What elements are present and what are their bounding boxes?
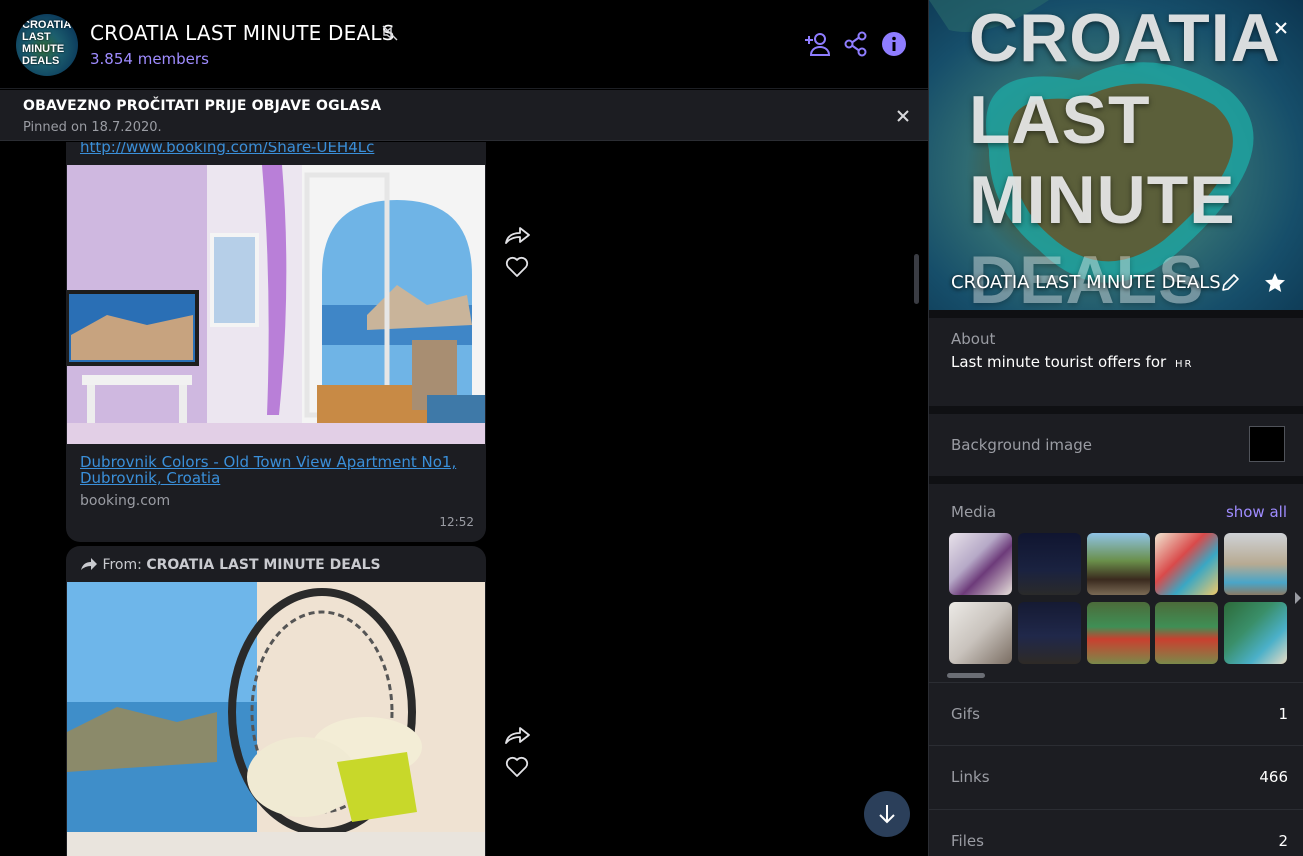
gifs-label: Gifs bbox=[951, 705, 980, 723]
star-icon[interactable] bbox=[1263, 271, 1287, 295]
channel-cover-image[interactable]: CROATIA LAST MINUTE DEALS CROATIA LAST M… bbox=[929, 0, 1303, 310]
link-domain: booking.com bbox=[80, 493, 171, 509]
background-label: Background image bbox=[951, 436, 1092, 454]
divider bbox=[929, 476, 1303, 484]
media-thumbnail[interactable] bbox=[1155, 533, 1218, 595]
show-all-link[interactable]: show all bbox=[1226, 503, 1287, 521]
media-thumbnail[interactable] bbox=[1087, 602, 1150, 664]
telegram-window: CROATIA LAST MINUTE DEALS CROATIA LAST M… bbox=[0, 0, 1303, 856]
channel-info-panel: CROATIA LAST MINUTE DEALS CROATIA LAST M… bbox=[928, 0, 1303, 856]
chat-scrollbar[interactable] bbox=[914, 254, 919, 304]
add-member-icon bbox=[805, 33, 831, 56]
message-url[interactable]: http://www.booking.com/Share-UEH4Lc bbox=[80, 142, 374, 156]
chat-header: CROATIA LAST MINUTE DEALS CROATIA LAST M… bbox=[0, 0, 928, 89]
message-time: 12:52 bbox=[439, 515, 474, 529]
forwarded-from[interactable]: From: CROATIA LAST MINUTE DEALS bbox=[80, 557, 381, 573]
files-row[interactable]: Files 2 bbox=[929, 810, 1303, 856]
media-thumbnail[interactable] bbox=[1018, 533, 1081, 595]
member-count[interactable]: 3.854 members bbox=[90, 50, 209, 68]
divider bbox=[929, 310, 1303, 318]
cover-title-line: MINUTE bbox=[969, 162, 1236, 238]
channel-avatar[interactable]: CROATIA LAST MINUTE DEALS bbox=[16, 14, 78, 76]
media-thumbnail[interactable] bbox=[1224, 602, 1287, 664]
channel-title[interactable]: CROATIA LAST MINUTE DEALS bbox=[90, 21, 395, 45]
add-member-button[interactable] bbox=[804, 30, 832, 58]
media-thumbnail[interactable] bbox=[1087, 533, 1150, 595]
links-label: Links bbox=[951, 768, 990, 786]
files-count: 2 bbox=[1278, 832, 1288, 850]
cover-title-line: CROATIA bbox=[969, 0, 1281, 76]
media-label: Media bbox=[951, 503, 997, 521]
links-row[interactable]: Links 466 bbox=[929, 746, 1303, 809]
close-icon[interactable] bbox=[893, 106, 913, 126]
media-thumbnail[interactable] bbox=[1224, 533, 1287, 595]
forwarded-source: CROATIA LAST MINUTE DEALS bbox=[146, 557, 381, 573]
background-swatch[interactable] bbox=[1249, 426, 1285, 462]
pencil-icon[interactable] bbox=[1219, 272, 1241, 294]
media-scrollbar[interactable] bbox=[947, 673, 985, 678]
message-bubble: From: CROATIA LAST MINUTE DEALS bbox=[66, 546, 486, 856]
forwarded-icon bbox=[81, 558, 97, 570]
forward-icon[interactable] bbox=[503, 224, 531, 246]
gifs-row[interactable]: Gifs 1 bbox=[929, 683, 1303, 745]
about-text: Last minute tourist offers for HR bbox=[951, 353, 1193, 371]
scroll-to-bottom-button[interactable] bbox=[864, 791, 910, 837]
apartment-room-image bbox=[67, 165, 485, 444]
forwarded-label: From: bbox=[102, 557, 142, 573]
media-thumbnail[interactable] bbox=[949, 602, 1012, 664]
divider bbox=[929, 406, 1303, 414]
arrow-down-icon bbox=[879, 805, 895, 824]
about-label: About bbox=[951, 330, 996, 348]
pinned-date: Pinned on 18.7.2020. bbox=[23, 120, 162, 135]
hanging-chair-image bbox=[67, 582, 485, 856]
info-icon bbox=[882, 32, 906, 56]
links-count: 466 bbox=[1259, 768, 1288, 786]
media-thumbnail[interactable] bbox=[1155, 602, 1218, 664]
pinned-message-bar[interactable]: OBAVEZNO PROČITATI PRIJE OBJAVE OGLASA P… bbox=[0, 90, 928, 141]
forward-icon[interactable] bbox=[503, 724, 531, 746]
media-thumbnail[interactable] bbox=[949, 533, 1012, 595]
pinned-title: OBAVEZNO PROČITATI PRIJE OBJAVE OGLASA bbox=[23, 98, 382, 114]
media-thumbnail[interactable] bbox=[1018, 602, 1081, 664]
heart-icon[interactable] bbox=[505, 256, 529, 278]
about-description: Last minute tourist offers for bbox=[951, 353, 1167, 371]
link-preview-title[interactable]: Dubrovnik Colors - Old Town View Apartme… bbox=[80, 454, 470, 486]
share-button[interactable] bbox=[842, 30, 870, 58]
chevron-right-icon[interactable] bbox=[1293, 590, 1303, 606]
heart-icon[interactable] bbox=[505, 756, 529, 778]
background-section[interactable]: Background image bbox=[929, 414, 1303, 476]
share-icon bbox=[844, 31, 867, 57]
avatar-label: CROATIA LAST MINUTE DEALS bbox=[22, 19, 72, 67]
balcony-photo[interactable] bbox=[67, 582, 485, 856]
message-bubble: http://www.booking.com/Share-UEH4Lc Dubr… bbox=[66, 142, 486, 542]
flag-hr: HR bbox=[1174, 359, 1194, 370]
apartment-photo[interactable] bbox=[67, 165, 485, 444]
gifs-count: 1 bbox=[1278, 705, 1288, 723]
files-label: Files bbox=[951, 832, 984, 850]
close-icon[interactable] bbox=[1271, 18, 1291, 38]
info-button[interactable] bbox=[880, 30, 908, 58]
message-list[interactable]: http://www.booking.com/Share-UEH4Lc Dubr… bbox=[0, 142, 928, 856]
muted-speaker-icon bbox=[382, 25, 398, 41]
chat-area: CROATIA LAST MINUTE DEALS CROATIA LAST M… bbox=[0, 0, 928, 856]
channel-name: CROATIA LAST MINUTE DEALS bbox=[951, 272, 1221, 293]
cover-title-line: LAST bbox=[969, 82, 1151, 158]
